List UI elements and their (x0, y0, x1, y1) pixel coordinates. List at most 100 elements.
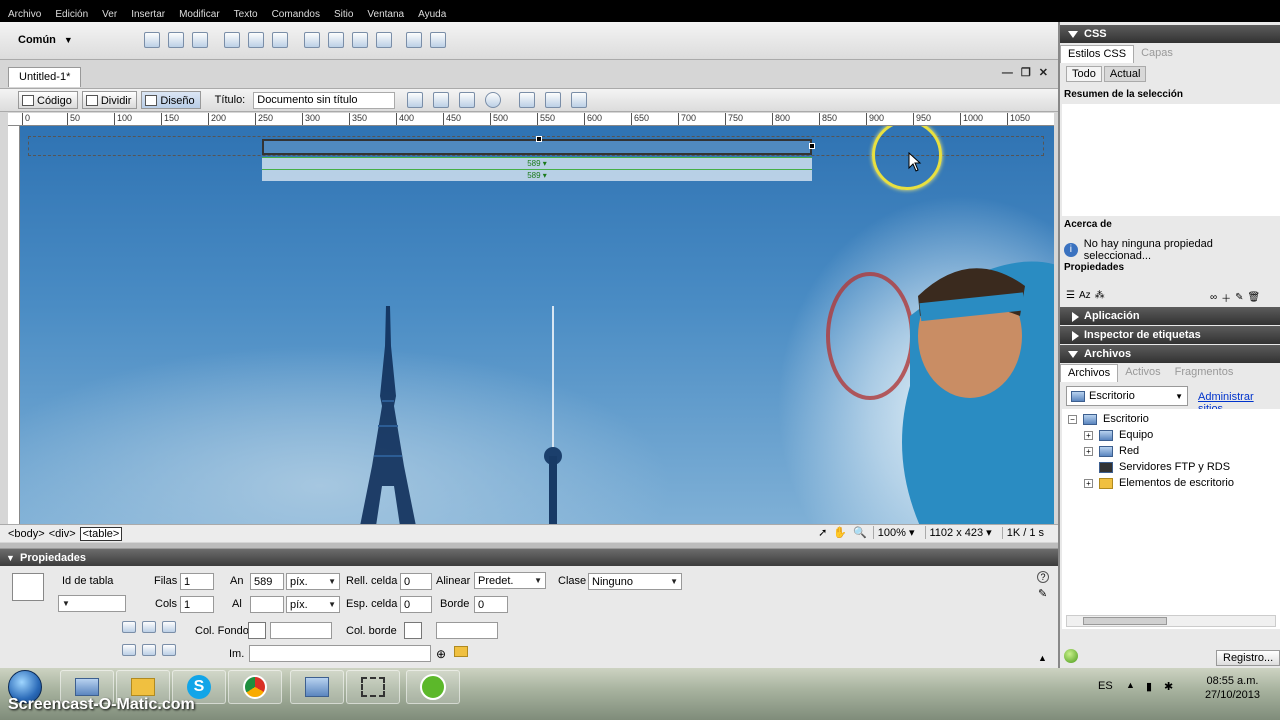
menu-archivo[interactable]: Archivo (8, 9, 41, 20)
menu-modificar[interactable]: Modificar (179, 9, 220, 20)
zoom-tool-icon[interactable]: 🔍 (853, 526, 867, 539)
design-view-button[interactable]: Diseño (141, 91, 201, 109)
convert-heights-icon[interactable] (142, 644, 156, 656)
table-id-select[interactable] (58, 595, 126, 612)
tab-css-styles[interactable]: Estilos CSS (1060, 45, 1135, 63)
rows-input[interactable] (180, 573, 214, 590)
taskbar-app-chrome[interactable] (228, 670, 282, 704)
category-view-icon[interactable]: ☰ (1066, 290, 1075, 301)
date-icon[interactable] (328, 32, 344, 48)
menu-edicion[interactable]: Edición (55, 9, 88, 20)
bordercolor-input[interactable] (436, 622, 498, 639)
tab-layers[interactable]: Capas (1134, 45, 1180, 63)
quick-tag-editor-icon[interactable]: ✎ (1038, 587, 1047, 600)
tab-assets[interactable]: Activos (1118, 364, 1167, 382)
scrollbar-thumb[interactable] (1083, 617, 1167, 625)
width-unit-select[interactable]: píx. (286, 573, 340, 590)
tree-item-computer[interactable]: + Equipo (1084, 429, 1153, 441)
named-anchor-icon[interactable] (192, 32, 208, 48)
system-clock[interactable]: 08:55 a.m. 27/10/2013 (1205, 674, 1260, 702)
height-input[interactable] (250, 596, 284, 613)
minimize-icon[interactable]: — (1002, 67, 1013, 79)
files-panel-header[interactable]: Archivos (1060, 345, 1280, 363)
expand-icon[interactable]: ▲ (1038, 653, 1047, 663)
taskbar-app-snipping[interactable] (346, 670, 400, 704)
tag-div[interactable]: <div> (49, 528, 76, 540)
image-input[interactable] (249, 645, 431, 662)
properties-header[interactable]: ▼ Propiedades (0, 549, 1058, 566)
tree-item-ftp-servers[interactable]: Servidores FTP y RDS (1099, 461, 1230, 473)
cellspace-input[interactable] (400, 596, 432, 613)
resize-handle[interactable] (809, 143, 815, 149)
cols-input[interactable] (180, 596, 214, 613)
clear-row-heights-icon[interactable] (142, 621, 156, 633)
insert-category-select[interactable]: Común ▼ (18, 34, 73, 46)
visual-aids-icon[interactable] (571, 92, 588, 108)
folder-icon[interactable] (454, 646, 468, 657)
edit-rule-icon[interactable]: ✎ (1235, 292, 1243, 303)
menu-sitio[interactable]: Sitio (334, 9, 353, 20)
restore-icon[interactable]: ❐ (1021, 66, 1031, 79)
convert-widths-icon[interactable] (122, 644, 136, 656)
resize-handle[interactable] (536, 136, 542, 142)
file-management-icon[interactable] (407, 92, 424, 108)
selected-table[interactable] (262, 136, 815, 155)
point-to-file-icon[interactable]: ⊕ (436, 647, 446, 661)
close-icon[interactable]: ✕ (1039, 66, 1048, 79)
column-width-guide[interactable]: 589 ▾ (262, 169, 812, 181)
height-unit-select[interactable]: píx. (286, 596, 340, 613)
select-tool-icon[interactable]: ➚ (818, 526, 827, 539)
location-select[interactable]: Escritorio ▼ (1066, 386, 1188, 406)
hyperlink-icon[interactable] (144, 32, 160, 48)
tab-snippets[interactable]: Fragmentos (1168, 364, 1241, 382)
taskbar-app-screencast[interactable] (406, 670, 460, 704)
code-view-button[interactable]: Código (18, 91, 78, 109)
align-select[interactable]: Predet. (474, 572, 546, 589)
div-icon[interactable] (248, 32, 264, 48)
all-button[interactable]: Todo (1066, 66, 1102, 82)
alpha-view-icon[interactable]: Az (1079, 290, 1091, 301)
menu-comandos[interactable]: Comandos (272, 9, 320, 20)
attach-style-icon[interactable]: ∞ (1210, 292, 1217, 303)
current-button[interactable]: Actual (1103, 66, 1147, 82)
signal-icon[interactable]: ▮ (1146, 680, 1152, 693)
server-include-icon[interactable] (352, 32, 368, 48)
split-view-button[interactable]: Dividir (81, 91, 138, 109)
horizontal-scrollbar[interactable] (1066, 615, 1276, 627)
document-tab[interactable]: Untitled-1* (8, 67, 82, 87)
menu-texto[interactable]: Texto (234, 9, 258, 20)
design-canvas[interactable]: 589 ▾ 589 ▾ (20, 126, 1054, 524)
expand-icon[interactable]: + (1084, 430, 1093, 440)
help-icon[interactable]: ? (1037, 571, 1049, 583)
border-input[interactable] (474, 596, 508, 613)
menu-ver[interactable]: Ver (102, 9, 117, 20)
collapse-icon[interactable]: − (1068, 414, 1077, 424)
tree-item-desktop[interactable]: − Escritorio (1068, 413, 1149, 425)
class-select[interactable]: Ninguno (588, 573, 682, 590)
expand-icon[interactable]: + (1084, 478, 1093, 488)
image-icon[interactable] (272, 32, 288, 48)
bordercolor-swatch[interactable] (404, 622, 422, 639)
tag-body[interactable]: <body> (8, 528, 45, 540)
templates-icon[interactable] (406, 32, 422, 48)
menu-ayuda[interactable]: Ayuda (418, 9, 446, 20)
convert-pixels-icon[interactable] (162, 621, 176, 633)
page-title-input[interactable] (253, 91, 396, 109)
css-panel-header[interactable]: CSS (1060, 25, 1280, 43)
preview-browser-icon[interactable] (433, 92, 450, 108)
taskbar-app-network[interactable] (290, 670, 344, 704)
zoom-select[interactable]: 100% ▾ (872, 526, 919, 539)
tag-table[interactable]: <table> (79, 527, 123, 541)
window-size[interactable]: 1102 x 423 ▾ (924, 526, 996, 539)
log-button[interactable]: Registro... (1216, 650, 1280, 666)
set-properties-icon[interactable]: ⁂ (1095, 290, 1105, 301)
comment-icon[interactable] (376, 32, 392, 48)
menu-insertar[interactable]: Insertar (131, 9, 165, 20)
language-indicator[interactable]: ES (1098, 680, 1113, 692)
email-link-icon[interactable] (168, 32, 184, 48)
tag-chooser-icon[interactable] (430, 32, 446, 48)
tag-inspector-panel-header[interactable]: Inspector de etiquetas (1060, 326, 1280, 344)
convert-percent-icon[interactable] (162, 644, 176, 656)
application-panel-header[interactable]: Aplicación (1060, 307, 1280, 325)
clear-col-widths-icon[interactable] (122, 621, 136, 633)
